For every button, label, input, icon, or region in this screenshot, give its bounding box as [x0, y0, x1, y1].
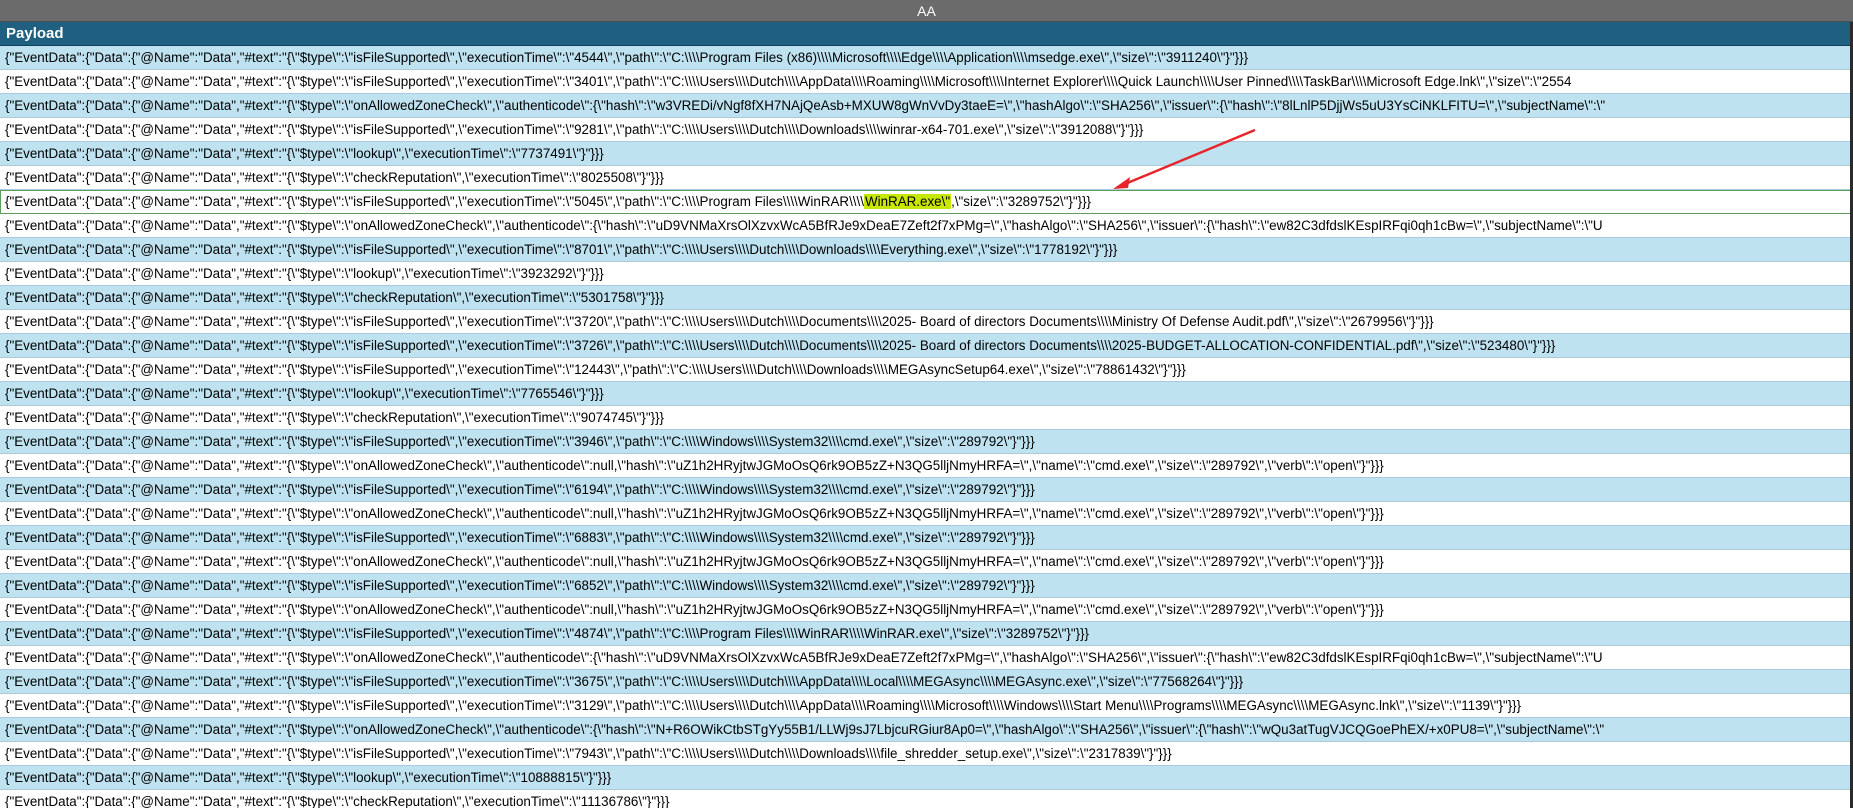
- cell-text: {"EventData":{"Data":{"@Name":"Data","#t…: [5, 218, 1603, 233]
- cell-text: {"EventData":{"Data":{"@Name":"Data","#t…: [5, 290, 665, 305]
- table-row[interactable]: {"EventData":{"Data":{"@Name":"Data","#t…: [0, 262, 1853, 286]
- table-row[interactable]: {"EventData":{"Data":{"@Name":"Data","#t…: [0, 526, 1853, 550]
- table-row[interactable]: {"EventData":{"Data":{"@Name":"Data","#t…: [0, 718, 1853, 742]
- table-row[interactable]: {"EventData":{"Data":{"@Name":"Data","#t…: [0, 742, 1853, 766]
- cell-text: {"EventData":{"Data":{"@Name":"Data","#t…: [5, 554, 1384, 569]
- table-row[interactable]: {"EventData":{"Data":{"@Name":"Data","#t…: [0, 670, 1853, 694]
- cell-text: {"EventData":{"Data":{"@Name":"Data","#t…: [5, 602, 1384, 617]
- table-row[interactable]: {"EventData":{"Data":{"@Name":"Data","#t…: [0, 622, 1853, 646]
- highlighted-text: WinRAR.exe\": [863, 194, 952, 209]
- cell-text: {"EventData":{"Data":{"@Name":"Data","#t…: [5, 338, 1556, 353]
- column-header-aa[interactable]: AA: [0, 0, 1853, 22]
- cell-text: {"EventData":{"Data":{"@Name":"Data","#t…: [5, 626, 1090, 641]
- cell-text: {"EventData":{"Data":{"@Name":"Data","#t…: [5, 698, 1522, 713]
- spreadsheet-grid: Payload {"EventData":{"Data":{"@Name":"D…: [0, 22, 1853, 808]
- table-row[interactable]: {"EventData":{"Data":{"@Name":"Data","#t…: [0, 214, 1853, 238]
- cell-text: {"EventData":{"Data":{"@Name":"Data","#t…: [5, 722, 1605, 737]
- table-row[interactable]: {"EventData":{"Data":{"@Name":"Data","#t…: [0, 694, 1853, 718]
- table-row[interactable]: {"EventData":{"Data":{"@Name":"Data","#t…: [0, 118, 1853, 142]
- cell-text: {"EventData":{"Data":{"@Name":"Data","#t…: [5, 170, 665, 185]
- cell-text: {"EventData":{"Data":{"@Name":"Data","#t…: [5, 794, 670, 808]
- cell-text: {"EventData":{"Data":{"@Name":"Data","#t…: [5, 746, 1172, 761]
- table-row[interactable]: {"EventData":{"Data":{"@Name":"Data","#t…: [0, 142, 1853, 166]
- table-row[interactable]: {"EventData":{"Data":{"@Name":"Data","#t…: [0, 358, 1853, 382]
- table-row[interactable]: {"EventData":{"Data":{"@Name":"Data","#t…: [0, 238, 1853, 262]
- table-row[interactable]: {"EventData":{"Data":{"@Name":"Data","#t…: [0, 766, 1853, 790]
- table-row[interactable]: {"EventData":{"Data":{"@Name":"Data","#t…: [0, 406, 1853, 430]
- cell-text: {"EventData":{"Data":{"@Name":"Data","#t…: [5, 530, 1035, 545]
- table-row[interactable]: {"EventData":{"Data":{"@Name":"Data","#t…: [0, 310, 1853, 334]
- cell-text: {"EventData":{"Data":{"@Name":"Data","#t…: [5, 50, 1249, 65]
- cell-text: {"EventData":{"Data":{"@Name":"Data","#t…: [5, 122, 1144, 137]
- cell-text: {"EventData":{"Data":{"@Name":"Data","#t…: [5, 194, 864, 209]
- table-row[interactable]: {"EventData":{"Data":{"@Name":"Data","#t…: [0, 382, 1853, 406]
- cell-text: {"EventData":{"Data":{"@Name":"Data","#t…: [5, 410, 665, 425]
- cell-text: {"EventData":{"Data":{"@Name":"Data","#t…: [5, 434, 1035, 449]
- table-row[interactable]: {"EventData":{"Data":{"@Name":"Data","#t…: [0, 574, 1853, 598]
- payload-rows: {"EventData":{"Data":{"@Name":"Data","#t…: [0, 46, 1853, 808]
- cell-text: {"EventData":{"Data":{"@Name":"Data","#t…: [5, 146, 604, 161]
- cell-text: {"EventData":{"Data":{"@Name":"Data","#t…: [5, 98, 1606, 113]
- table-row[interactable]: {"EventData":{"Data":{"@Name":"Data","#t…: [0, 190, 1853, 214]
- cell-text: {"EventData":{"Data":{"@Name":"Data","#t…: [5, 386, 604, 401]
- cell-text: {"EventData":{"Data":{"@Name":"Data","#t…: [5, 362, 1186, 377]
- table-row[interactable]: {"EventData":{"Data":{"@Name":"Data","#t…: [0, 598, 1853, 622]
- table-row[interactable]: {"EventData":{"Data":{"@Name":"Data","#t…: [0, 430, 1853, 454]
- table-row[interactable]: {"EventData":{"Data":{"@Name":"Data","#t…: [0, 334, 1853, 358]
- table-row[interactable]: {"EventData":{"Data":{"@Name":"Data","#t…: [0, 94, 1853, 118]
- table-row[interactable]: {"EventData":{"Data":{"@Name":"Data","#t…: [0, 454, 1853, 478]
- table-row[interactable]: {"EventData":{"Data":{"@Name":"Data","#t…: [0, 70, 1853, 94]
- payload-column-header[interactable]: Payload: [0, 22, 1853, 46]
- cell-text: {"EventData":{"Data":{"@Name":"Data","#t…: [5, 242, 1118, 257]
- table-row[interactable]: {"EventData":{"Data":{"@Name":"Data","#t…: [0, 286, 1853, 310]
- table-row[interactable]: {"EventData":{"Data":{"@Name":"Data","#t…: [0, 790, 1853, 808]
- table-row[interactable]: {"EventData":{"Data":{"@Name":"Data","#t…: [0, 502, 1853, 526]
- cell-text: {"EventData":{"Data":{"@Name":"Data","#t…: [5, 458, 1384, 473]
- cell-text: ,\"size\":\"3289752\"}"}}}: [951, 194, 1092, 209]
- cell-text: {"EventData":{"Data":{"@Name":"Data","#t…: [5, 650, 1603, 665]
- table-row[interactable]: {"EventData":{"Data":{"@Name":"Data","#t…: [0, 550, 1853, 574]
- cell-text: {"EventData":{"Data":{"@Name":"Data","#t…: [5, 578, 1035, 593]
- cell-text: {"EventData":{"Data":{"@Name":"Data","#t…: [5, 266, 604, 281]
- cell-text: {"EventData":{"Data":{"@Name":"Data","#t…: [5, 482, 1035, 497]
- table-row[interactable]: {"EventData":{"Data":{"@Name":"Data","#t…: [0, 478, 1853, 502]
- cell-text: {"EventData":{"Data":{"@Name":"Data","#t…: [5, 674, 1244, 689]
- cell-text: {"EventData":{"Data":{"@Name":"Data","#t…: [5, 74, 1572, 89]
- table-row[interactable]: {"EventData":{"Data":{"@Name":"Data","#t…: [0, 646, 1853, 670]
- cell-text: {"EventData":{"Data":{"@Name":"Data","#t…: [5, 314, 1434, 329]
- cell-text: {"EventData":{"Data":{"@Name":"Data","#t…: [5, 770, 612, 785]
- table-row[interactable]: {"EventData":{"Data":{"@Name":"Data","#t…: [0, 46, 1853, 70]
- cell-text: {"EventData":{"Data":{"@Name":"Data","#t…: [5, 506, 1384, 521]
- table-row[interactable]: {"EventData":{"Data":{"@Name":"Data","#t…: [0, 166, 1853, 190]
